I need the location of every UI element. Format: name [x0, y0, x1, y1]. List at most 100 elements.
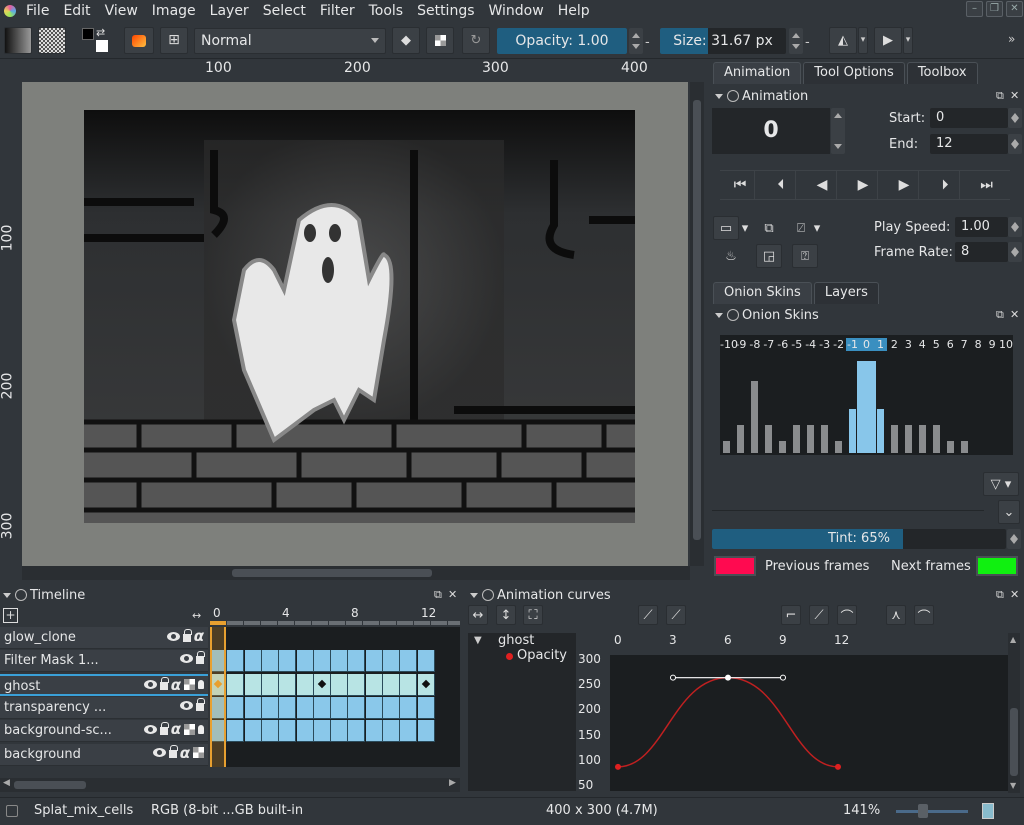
size-reset[interactable]: -	[805, 35, 810, 50]
onion-offset-label[interactable]: 8	[971, 338, 985, 351]
end-frame-input[interactable]: 12	[930, 134, 1008, 154]
onion-level-bar[interactable]	[821, 425, 829, 453]
canvas-vertical-scrollbar[interactable]	[690, 82, 704, 566]
onion-level-bar[interactable]	[751, 381, 759, 453]
onion-offset-label[interactable]: -7	[762, 338, 776, 351]
frame-cell[interactable]	[227, 720, 245, 743]
show-in-timeline-button[interactable]: ⍰	[792, 244, 818, 268]
onion-offset-label[interactable]: 1	[873, 338, 888, 351]
fit-all-button[interactable]: ⛶	[523, 605, 543, 625]
timeline-layer-row[interactable]: ghost α	[0, 673, 208, 696]
frame-cell[interactable]	[296, 720, 314, 743]
mirror-horizontal-button[interactable]: ◭	[829, 27, 857, 54]
next-keyframe-button[interactable]: ⏵	[931, 171, 960, 199]
scrollbar-thumb[interactable]	[693, 100, 701, 540]
alpha-lock-icon[interactable]: α	[180, 745, 190, 760]
timeline-layer-row[interactable]: Filter Mask 1...	[0, 650, 208, 673]
curve-channel-opacity[interactable]: Opacity	[517, 648, 567, 663]
onion-level-bar[interactable]	[723, 441, 731, 453]
menu-image[interactable]: Image	[152, 3, 196, 19]
mirror-vertical-button[interactable]: ▶	[874, 27, 902, 54]
constant-interpolation-button[interactable]: ⌐	[781, 605, 801, 625]
close-docker-icon[interactable]: ✕	[448, 588, 457, 601]
lock-docker-icon[interactable]	[727, 309, 739, 321]
lock-docker-icon[interactable]	[15, 589, 27, 601]
opacity-reset[interactable]: -	[645, 35, 650, 50]
tint-slider[interactable]: Tint: 65%	[712, 529, 1006, 549]
onion-level-bar[interactable]	[737, 425, 745, 453]
tangent-handle[interactable]	[780, 674, 786, 681]
onion-level-bar[interactable]	[904, 425, 912, 453]
visibility-icon[interactable]	[180, 700, 193, 710]
onion-offset-label[interactable]: 2	[887, 338, 901, 351]
frame-cell[interactable]	[261, 720, 279, 743]
frame-cell[interactable]	[348, 673, 366, 696]
onion-level-bar[interactable]	[779, 441, 787, 453]
brush-editor-button[interactable]: ⊞	[160, 27, 188, 54]
frame-cell[interactable]	[383, 720, 400, 743]
frame-cell[interactable]	[227, 696, 245, 719]
frame-cell[interactable]	[244, 650, 262, 673]
keyframe-marker[interactable]	[317, 679, 327, 688]
collapse-icon[interactable]	[3, 592, 11, 598]
mirror-horizontal-dropdown[interactable]: ▾	[858, 27, 868, 54]
frame-cell[interactable]	[365, 673, 383, 696]
frame-cell[interactable]	[348, 720, 366, 743]
frame-cell[interactable]	[365, 650, 383, 673]
onion-level-bar[interactable]	[807, 425, 815, 453]
background-color[interactable]	[96, 40, 108, 52]
onion-level-bar[interactable]	[932, 425, 940, 453]
zoom-slider[interactable]	[896, 810, 968, 813]
toolbar-overflow-button[interactable]: »	[1008, 32, 1015, 46]
add-key-button[interactable]: ⟋	[638, 605, 658, 625]
frame-cell[interactable]	[348, 696, 366, 719]
lock-icon[interactable]	[196, 697, 205, 711]
menu-help[interactable]: Help	[558, 3, 590, 19]
play-speed-spin[interactable]	[1008, 217, 1022, 237]
preserve-alpha-button[interactable]	[426, 27, 454, 54]
onion-offset-label[interactable]: -2	[832, 338, 846, 351]
curves-plot[interactable]	[610, 655, 1008, 791]
float-docker-icon[interactable]: ⧉	[996, 308, 1004, 322]
expand-icon[interactable]: ▼	[474, 635, 482, 646]
start-frame-input[interactable]: 0	[930, 108, 1008, 128]
tab-onion-skins[interactable]: Onion Skins	[713, 282, 812, 304]
selection-icon[interactable]	[6, 805, 18, 817]
linear-interpolation-button[interactable]: ⟋	[809, 605, 829, 625]
curve-keyframe-point[interactable]	[615, 763, 621, 770]
frame-cell[interactable]	[331, 720, 349, 743]
pattern-preset-button[interactable]	[38, 27, 66, 54]
frame-cell[interactable]	[383, 650, 400, 673]
onion-level-bar[interactable]	[960, 441, 968, 453]
frame-cell[interactable]	[279, 673, 297, 696]
close-document-button[interactable]: ✕	[1006, 1, 1023, 17]
menu-select[interactable]: Select	[263, 3, 306, 19]
visibility-icon[interactable]	[143, 680, 157, 690]
frame-cell[interactable]	[417, 696, 435, 719]
timeline-layer-row[interactable]: transparency ...	[0, 696, 208, 719]
timeline-ruler[interactable]: 0 4 8 12	[210, 606, 460, 626]
timeline-horizontal-scrollbar[interactable]: ◀ ▶	[0, 778, 460, 792]
onion-offset-label[interactable]: -9	[734, 338, 748, 351]
next-frames-color[interactable]	[976, 556, 1018, 576]
sharp-tangents-button[interactable]: ⋏	[886, 605, 906, 625]
tab-animation[interactable]: Animation	[713, 62, 802, 84]
smooth-tangents-button[interactable]: ⌒	[914, 605, 934, 625]
frame-cell[interactable]	[279, 696, 297, 719]
close-docker-icon[interactable]: ✕	[1010, 588, 1019, 601]
collapse-icon[interactable]	[715, 93, 723, 99]
frame-cell[interactable]	[348, 650, 366, 673]
scroll-right-icon[interactable]: ▶	[449, 778, 456, 788]
playhead[interactable]	[210, 627, 226, 767]
onion-offset-label[interactable]: 4	[915, 338, 929, 351]
collapse-icon[interactable]	[470, 592, 478, 598]
scroll-down-icon[interactable]: ▼	[1010, 781, 1016, 790]
frame-rate-spin[interactable]	[1008, 242, 1022, 262]
timeline-layer-row[interactable]: glow_clone α	[0, 627, 208, 649]
onion-offset-label[interactable]: -10	[720, 338, 738, 351]
menu-layer[interactable]: Layer	[210, 3, 249, 19]
swap-colors-icon[interactable]: ⇄	[96, 26, 105, 39]
menu-filter[interactable]: Filter	[320, 3, 355, 19]
onion-offset-label[interactable]: 3	[901, 338, 915, 351]
onion-offset-label[interactable]: -1	[845, 338, 860, 351]
